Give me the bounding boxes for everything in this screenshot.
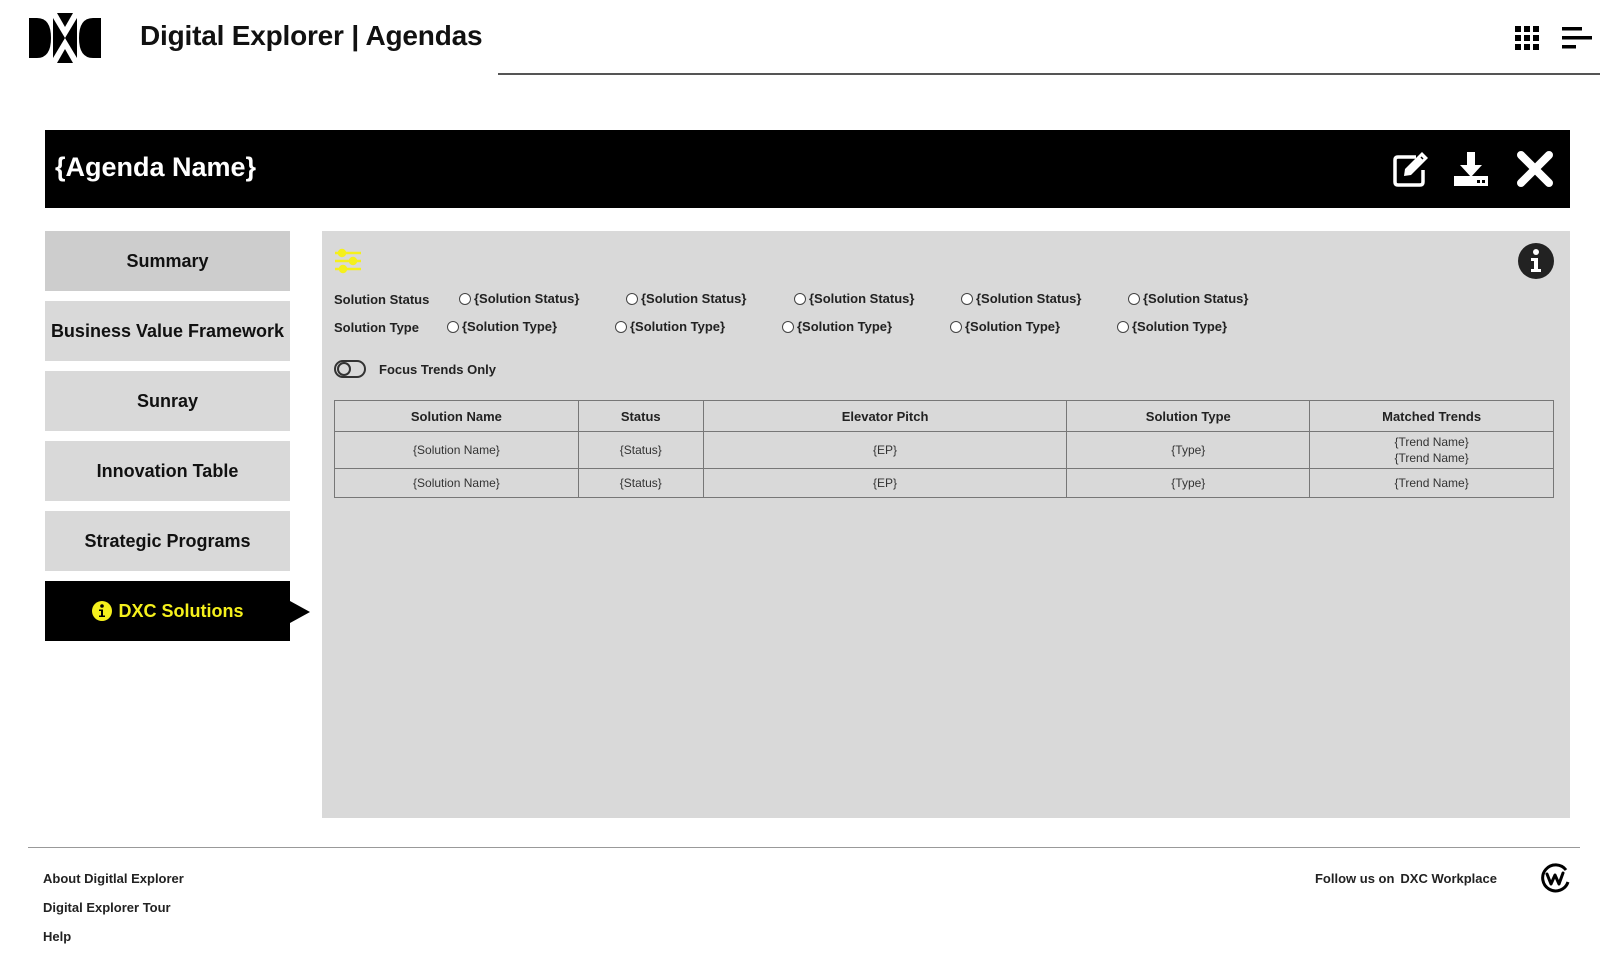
column-header[interactable]: Status [577, 400, 704, 432]
footer-divider [28, 847, 1580, 848]
solution-name-cell[interactable]: {Solution Name} [334, 431, 579, 469]
sidebar-item-strategic-programs[interactable]: Strategic Programs [45, 511, 290, 571]
sidebar-item-business-value-framework[interactable]: Business Value Framework [45, 301, 290, 361]
agenda-name: {Agenda Name} [55, 152, 257, 182]
column-header[interactable]: Solution Type [1066, 400, 1311, 432]
filter-sliders-icon[interactable] [334, 248, 362, 274]
sidebar-item-label: DXC Solutions [118, 600, 244, 621]
radio-circle[interactable] [950, 320, 962, 333]
follow-us: Follow us on DXC Workplace [1315, 871, 1497, 886]
menu-icon[interactable] [1562, 27, 1592, 49]
radio-label: {Solution Type} [797, 319, 893, 334]
sidebar-item-label: Summary [126, 250, 209, 271]
sidebar: Summary Business Value Framework Sunray … [45, 231, 310, 651]
radio-circle[interactable] [459, 292, 471, 305]
solutions-table: Solution Name Status Elevator Pitch Solu… [334, 400, 1554, 498]
radio-circle[interactable] [447, 320, 459, 333]
solution-status-label: Solution Status [334, 292, 430, 307]
radio-label: {Solution Status} [976, 291, 1082, 306]
solution-status-radio[interactable]: {Solution Status} [459, 291, 579, 306]
radio-label: {Solution Status} [809, 291, 915, 306]
dxc-logo[interactable] [29, 13, 101, 63]
active-indicator-arrow [290, 601, 310, 623]
radio-circle[interactable] [1117, 320, 1129, 333]
sidebar-item-summary[interactable]: Summary [45, 231, 290, 291]
radio-label: {Solution Type} [630, 319, 726, 334]
app-title: Digital Explorer | Agendas [140, 20, 483, 51]
solution-status-radio[interactable]: {Solution Status} [794, 291, 914, 306]
column-header[interactable]: Solution Name [334, 400, 579, 432]
solution-type-cell: {Type} [1066, 431, 1311, 469]
radio-circle[interactable] [626, 292, 638, 305]
footer-link-tour[interactable]: Digital Explorer Tour [43, 900, 171, 915]
sidebar-item-dxc-solutions[interactable]: DXC Solutions [45, 581, 310, 641]
table-header-row: Solution Name Status Elevator Pitch Solu… [334, 400, 1554, 432]
agenda-header-bar: {Agenda Name} [45, 130, 1570, 208]
solution-type-radio[interactable]: {Solution Type} [1117, 319, 1227, 334]
solution-type-cell: {Type} [1066, 468, 1311, 498]
toggle-knob [337, 362, 351, 376]
elevator-pitch-cell: {EP} [702, 468, 1068, 498]
header-divider [498, 73, 1600, 75]
focus-trends-toggle[interactable] [334, 360, 366, 378]
workplace-logo-icon[interactable] [1539, 862, 1571, 894]
radio-circle[interactable] [1128, 292, 1140, 305]
solution-type-radio[interactable]: {Solution Type} [447, 319, 557, 334]
sidebar-item-sunray[interactable]: Sunray [45, 371, 290, 431]
table-row[interactable]: {Solution Name} {Status} {EP} {Type} {Tr… [334, 468, 1554, 498]
solution-type-radio[interactable]: {Solution Type} [782, 319, 892, 334]
solution-status-radio[interactable]: {Solution Status} [1128, 291, 1248, 306]
radio-circle[interactable] [961, 292, 973, 305]
radio-circle[interactable] [615, 320, 627, 333]
sidebar-item-label: Business Value Framework [50, 320, 285, 341]
trend-name[interactable]: {Trend Name} [1314, 475, 1549, 491]
solution-type-radio[interactable]: {Solution Type} [615, 319, 725, 334]
sidebar-item-label: Innovation Table [96, 460, 239, 481]
radio-label: {Solution Type} [1132, 319, 1228, 334]
footer-link-help[interactable]: Help [43, 929, 71, 944]
follow-us-text: Follow us on [1314, 871, 1395, 886]
solution-status-radio[interactable]: {Solution Status} [961, 291, 1081, 306]
solution-name-cell[interactable]: {Solution Name} [334, 468, 579, 498]
matched-trends-cell: {Trend Name} {Trend Name} [1309, 431, 1554, 469]
status-cell: {Status} [577, 431, 704, 469]
radio-label: {Solution Type} [462, 319, 558, 334]
column-header[interactable]: Matched Trends [1309, 400, 1554, 432]
radio-circle[interactable] [782, 320, 794, 333]
radio-label: {Solution Status} [641, 291, 747, 306]
radio-label: {Solution Status} [1143, 291, 1249, 306]
solution-type-label: Solution Type [334, 320, 419, 335]
sidebar-item-innovation-table[interactable]: Innovation Table [45, 441, 290, 501]
radio-label: {Solution Status} [474, 291, 580, 306]
info-icon [91, 601, 112, 621]
solutions-panel: Solution Status {Solution Status} {Solut… [322, 231, 1570, 818]
apps-grid-icon[interactable] [1515, 26, 1539, 50]
edit-icon[interactable] [1392, 150, 1430, 188]
sidebar-item-label: Strategic Programs [84, 530, 251, 551]
table-row[interactable]: {Solution Name} {Status} {EP} {Type} {Tr… [334, 431, 1554, 469]
solution-type-radio[interactable]: {Solution Type} [950, 319, 1060, 334]
radio-label: {Solution Type} [965, 319, 1061, 334]
dxc-workplace-link[interactable]: DXC Workplace [1400, 871, 1497, 886]
solution-status-radio[interactable]: {Solution Status} [626, 291, 746, 306]
sidebar-item-label: Sunray [136, 390, 199, 411]
trend-name[interactable]: {Trend Name} [1314, 450, 1549, 466]
focus-trends-label: Focus Trends Only [379, 362, 497, 377]
matched-trends-cell: {Trend Name} [1309, 468, 1554, 498]
radio-circle[interactable] [794, 292, 806, 305]
column-header[interactable]: Elevator Pitch [702, 400, 1068, 432]
status-cell: {Status} [577, 468, 704, 498]
info-icon[interactable] [1518, 243, 1554, 279]
elevator-pitch-cell: {EP} [702, 431, 1068, 469]
trend-name[interactable]: {Trend Name} [1314, 434, 1549, 450]
footer-link-about[interactable]: About Digitlal Explorer [43, 871, 184, 886]
close-icon[interactable] [1516, 150, 1554, 188]
download-icon[interactable] [1452, 150, 1490, 188]
